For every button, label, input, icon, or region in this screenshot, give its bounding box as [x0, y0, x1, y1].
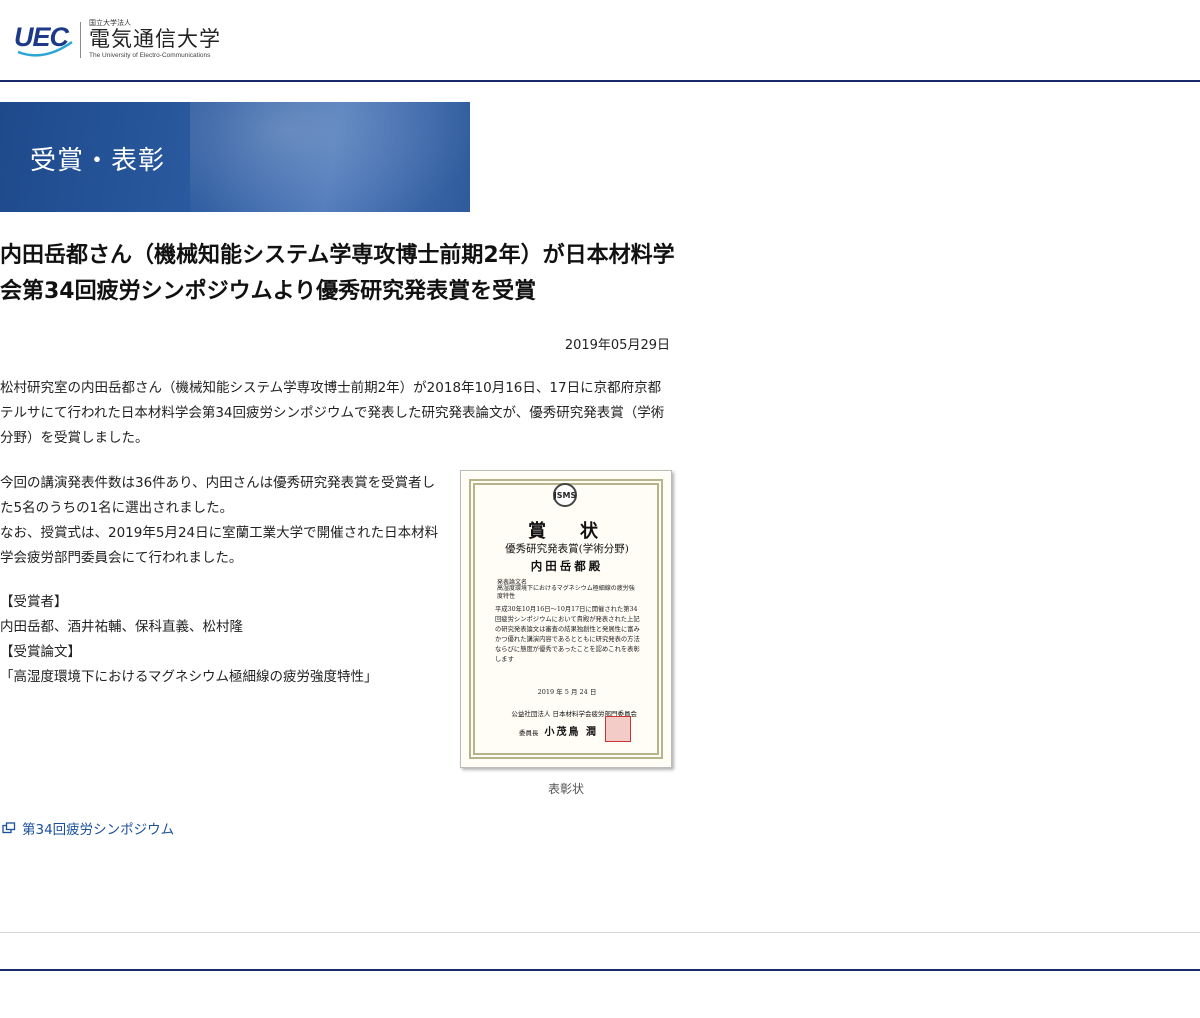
publish-date: 2019年05月29日 — [564, 338, 670, 353]
logo-divider — [80, 22, 81, 58]
content-divider — [0, 932, 1200, 933]
logo-university-name: 電気通信大学 — [89, 27, 221, 52]
certificate-award: 優秀研究発表賞(学術分野) — [505, 543, 629, 555]
logo-small-text: 国立大学法人 — [89, 19, 131, 28]
recipients-heading: 【受賞者】 — [0, 594, 68, 610]
paragraph-2-line-1: 今回の講演発表件数は36件あり、内田さんは優秀研究発表賞を受賞者した5名のうちの… — [0, 475, 436, 516]
certificate-seal-icon: JSMS — [553, 483, 577, 507]
logo-english-name: The University of Electro-Communications — [89, 52, 211, 60]
section-banner: 受賞・表彰 — [0, 102, 470, 212]
certificate-recipient: 内田岳都殿 — [530, 559, 604, 573]
certificate-image[interactable]: JSMS 賞 状 優秀研究発表賞(学術分野) 内田岳都殿 発表論文名 高湿度環境… — [460, 470, 672, 768]
logo-wordmark: 国立大学法人 電気通信大学 The University of Electro-… — [89, 20, 221, 60]
paper-heading: 【受賞論文】 — [0, 644, 81, 660]
symposium-link-label: 第34回疲労シンポジウム — [22, 822, 175, 838]
award-details: 【受賞者】 内田岳都、酒井祐輔、保科直義、松村隆 【受賞論文】 「高湿度環境下に… — [0, 590, 440, 690]
external-link-icon — [2, 822, 16, 834]
certificate-chair-name: 小茂鳥 潤 — [544, 727, 598, 738]
uec-logo-mark: UEC — [14, 18, 76, 62]
article-paragraph-1: 松村研究室の内田岳都さん（機械知能システム学専攻博士前期2年）が2018年10月… — [0, 380, 665, 446]
article-title: 内田岳都さん（機械知能システム学専攻博士前期2年）が日本材料学会第34回疲労シン… — [0, 243, 675, 304]
site-header: UEC 国立大学法人 電気通信大学 The University of Elec… — [0, 0, 1200, 82]
certificate-chair-title: 委員長 — [519, 729, 539, 737]
paper-title: 「高湿度環境下におけるマグネシウム極細線の疲労強度特性」 — [0, 669, 378, 685]
recipients-list: 内田岳都、酒井祐輔、保科直義、松村隆 — [0, 619, 243, 635]
figure-caption: 表彰状 — [547, 782, 584, 796]
paragraph-2-line-2: なお、授賞式は、2019年5月24日に室蘭工業大学で開催された日本材料学会疲労部… — [0, 525, 439, 566]
banner-title: 受賞・表彰 — [30, 146, 166, 176]
certificate-stamp-icon — [605, 716, 631, 742]
certificate-figure: JSMS 賞 状 優秀研究発表賞(学術分野) 内田岳都殿 発表論文名 高湿度環境… — [460, 470, 672, 797]
certificate-chair: 委員長 小茂鳥 潤 — [519, 723, 598, 738]
certificate-body: 平成30年10月16日〜10月17日に開催された第34回疲労シンポジウムにおいて… — [495, 606, 640, 663]
symposium-external-link[interactable]: 第34回疲労シンポジウム — [2, 818, 174, 838]
footer-divider — [0, 969, 1200, 971]
logo-mark-text: UEC — [14, 22, 69, 52]
certificate-heading: 賞 状 — [528, 521, 606, 542]
article-paragraph-2: 今回の講演発表件数は36件あり、内田さんは優秀研究発表賞を受賞者した5名のうちの… — [0, 471, 440, 571]
university-logo[interactable]: UEC 国立大学法人 電気通信大学 The University of Elec… — [14, 18, 224, 62]
certificate-date: 2019 年 5 月 24 日 — [537, 688, 597, 696]
certificate-paper: 高湿度環境下におけるマグネシウム極細線の疲労強度特性 — [497, 585, 635, 600]
